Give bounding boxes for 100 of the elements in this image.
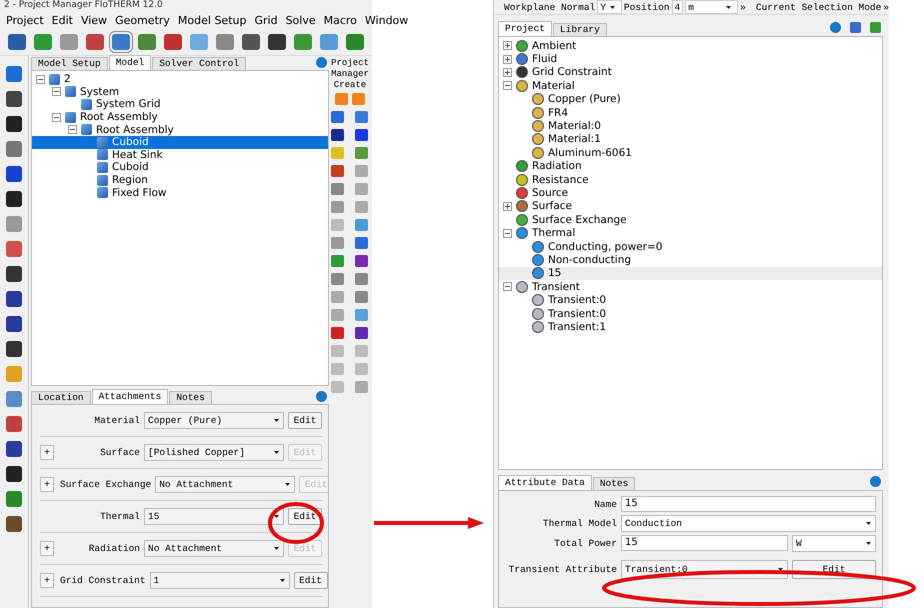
- collapse-toggle-icon[interactable]: [68, 125, 77, 134]
- attachment-dropdown[interactable]: No Attachment: [144, 540, 284, 557]
- tool-icon[interactable]: [6, 191, 22, 207]
- menu-item[interactable]: Edit: [48, 14, 77, 26]
- menu-item[interactable]: Window: [360, 14, 412, 26]
- attachment-dropdown[interactable]: Copper (Pure): [144, 412, 284, 429]
- tab[interactable]: Model Setup: [31, 57, 108, 70]
- tree-item[interactable]: Region: [32, 174, 328, 186]
- tree-item[interactable]: Fluid: [499, 52, 882, 66]
- tab[interactable]: Location: [31, 391, 91, 404]
- expand-toggle-icon[interactable]: [503, 54, 512, 64]
- tool-icon[interactable]: [6, 316, 22, 332]
- tree-item[interactable]: Root Assembly: [32, 123, 328, 136]
- help-icon[interactable]: [316, 57, 327, 68]
- tree-item[interactable]: Transient:0: [499, 306, 882, 320]
- tool-icon[interactable]: [6, 341, 22, 357]
- toolbar-icon[interactable]: [86, 34, 104, 50]
- menu-item[interactable]: Grid: [250, 14, 282, 26]
- tree-item[interactable]: Non-conducting: [499, 253, 882, 267]
- tree-item[interactable]: FR4: [499, 106, 882, 120]
- tree-item[interactable]: Ambient: [499, 39, 882, 52]
- toolbar-icon[interactable]: [8, 34, 26, 50]
- menu-item[interactable]: Project: [2, 14, 48, 26]
- add-button[interactable]: +: [40, 541, 54, 556]
- tab[interactable]: Solver Control: [152, 57, 246, 70]
- total-power-field[interactable]: 15: [621, 535, 788, 551]
- tab[interactable]: Model: [108, 55, 152, 70]
- tree-item[interactable]: Material:0: [499, 119, 882, 133]
- toolbar-icon[interactable]: [242, 34, 260, 50]
- help-icon[interactable]: [870, 476, 881, 487]
- tree-item[interactable]: Surface: [499, 200, 882, 214]
- thermal-model-dropdown[interactable]: Conduction: [621, 515, 876, 532]
- collapse-toggle-icon[interactable]: [503, 228, 512, 238]
- collapse-toggle-icon[interactable]: [36, 74, 45, 84]
- menu-item[interactable]: Solve: [282, 14, 320, 26]
- edit-button[interactable]: Edit: [288, 412, 322, 429]
- tree-item[interactable]: Heat Sink: [32, 148, 328, 162]
- tree-item[interactable]: Transient: [499, 280, 882, 294]
- name-field[interactable]: 15: [621, 496, 876, 512]
- tree-item[interactable]: 2: [32, 73, 328, 86]
- menu-item[interactable]: View: [76, 14, 112, 26]
- expand-toggle-icon[interactable]: [503, 41, 512, 50]
- tab[interactable]: Library: [552, 23, 607, 36]
- tree-item[interactable]: Conducting, power=0: [499, 240, 882, 254]
- edit-button[interactable]: Edit: [294, 572, 328, 589]
- menu-item[interactable]: Geometry: [111, 14, 174, 26]
- toolbar-icon[interactable]: [268, 34, 286, 50]
- add-button[interactable]: +: [40, 477, 54, 492]
- add-button[interactable]: +: [40, 573, 54, 588]
- attachment-dropdown[interactable]: No Attachment: [155, 476, 296, 493]
- tree-item[interactable]: Fixed Flow: [32, 186, 328, 199]
- collapse-toggle-icon[interactable]: [52, 87, 61, 96]
- tree-item[interactable]: Resistance: [499, 172, 882, 186]
- collapse-toggle-icon[interactable]: [52, 112, 61, 122]
- tree-item[interactable]: System: [32, 86, 328, 98]
- tab[interactable]: Attribute Data: [498, 475, 592, 490]
- tree-item[interactable]: Surface Exchange: [499, 213, 882, 226]
- tree-item[interactable]: Thermal: [499, 226, 882, 240]
- expand-toggle-icon[interactable]: [503, 202, 512, 211]
- tree-item[interactable]: Aluminum-6061: [499, 146, 882, 160]
- menu-item[interactable]: Model Setup: [174, 14, 250, 26]
- shape-icon[interactable]: [355, 255, 368, 267]
- tree-item[interactable]: System Grid: [32, 98, 328, 111]
- tree-item[interactable]: Transient:0: [499, 293, 882, 307]
- tree-item[interactable]: Root Assembly: [32, 110, 328, 124]
- tool-icon[interactable]: [6, 466, 22, 482]
- tool-icon[interactable]: [6, 266, 22, 282]
- add-button[interactable]: +: [40, 445, 54, 460]
- collapse-toggle-icon[interactable]: [503, 81, 512, 90]
- menu-item[interactable]: Macro: [320, 14, 361, 26]
- tree-item[interactable]: 15: [499, 266, 882, 280]
- shape-icon[interactable]: [355, 327, 368, 339]
- toolbar-icon[interactable]: [164, 34, 182, 50]
- tool-icon[interactable]: [6, 291, 22, 307]
- unit-dropdown[interactable]: m: [685, 0, 738, 14]
- tree-item[interactable]: Cuboid: [32, 161, 328, 174]
- tab[interactable]: Project: [498, 21, 552, 36]
- attachment-dropdown[interactable]: 1: [150, 572, 290, 589]
- tree-item[interactable]: Cuboid: [32, 136, 328, 149]
- tab[interactable]: Attachments: [92, 389, 168, 404]
- tool-icon[interactable]: [6, 166, 22, 182]
- tool-icon[interactable]: [6, 91, 22, 107]
- tree-item[interactable]: Radiation: [499, 160, 882, 173]
- shape-icon[interactable]: [331, 129, 344, 141]
- unit-dropdown[interactable]: W: [792, 535, 876, 552]
- attachment-dropdown[interactable]: [Polished Copper]: [144, 444, 284, 461]
- tree-item[interactable]: Copper (Pure): [499, 92, 882, 106]
- tool-icon[interactable]: [6, 116, 22, 132]
- collapse-toggle-icon[interactable]: [503, 282, 512, 292]
- tool-icon[interactable]: [6, 516, 22, 532]
- tree-item[interactable]: Material:1: [499, 132, 882, 146]
- more-button[interactable]: »: [740, 2, 746, 12]
- help-icon[interactable]: [830, 22, 841, 33]
- attachment-dropdown[interactable]: 15: [144, 508, 284, 525]
- tree-item[interactable]: Source: [499, 186, 882, 200]
- tab[interactable]: Notes: [169, 391, 212, 404]
- position-field[interactable]: 4: [672, 0, 684, 14]
- tool-icon[interactable]: [6, 441, 22, 457]
- workplane-dropdown[interactable]: Y: [597, 0, 622, 14]
- more-button[interactable]: »: [883, 2, 889, 12]
